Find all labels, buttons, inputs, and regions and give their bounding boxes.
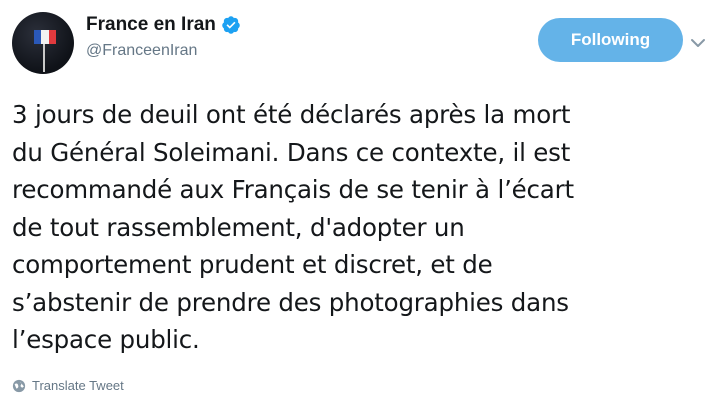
following-button[interactable]: Following bbox=[538, 18, 683, 62]
account-handle[interactable]: @FranceenIran bbox=[86, 42, 241, 60]
french-flag-icon bbox=[34, 30, 56, 44]
account-info: France en Iran @FranceenIran bbox=[86, 14, 241, 60]
translate-tweet-link[interactable]: Translate Tweet bbox=[12, 378, 124, 393]
display-name[interactable]: France en Iran bbox=[86, 14, 216, 36]
chevron-down-icon[interactable] bbox=[690, 35, 706, 51]
tweet-text: 3 jours de deuil ont été déclarés après … bbox=[12, 100, 574, 354]
avatar[interactable] bbox=[12, 12, 74, 74]
display-name-row[interactable]: France en Iran bbox=[86, 14, 241, 36]
translate-label[interactable]: Translate Tweet bbox=[32, 378, 124, 393]
tweet-header: France en Iran @FranceenIran Following bbox=[0, 0, 726, 80]
globe-icon bbox=[12, 379, 26, 392]
verified-badge-icon bbox=[222, 16, 240, 34]
